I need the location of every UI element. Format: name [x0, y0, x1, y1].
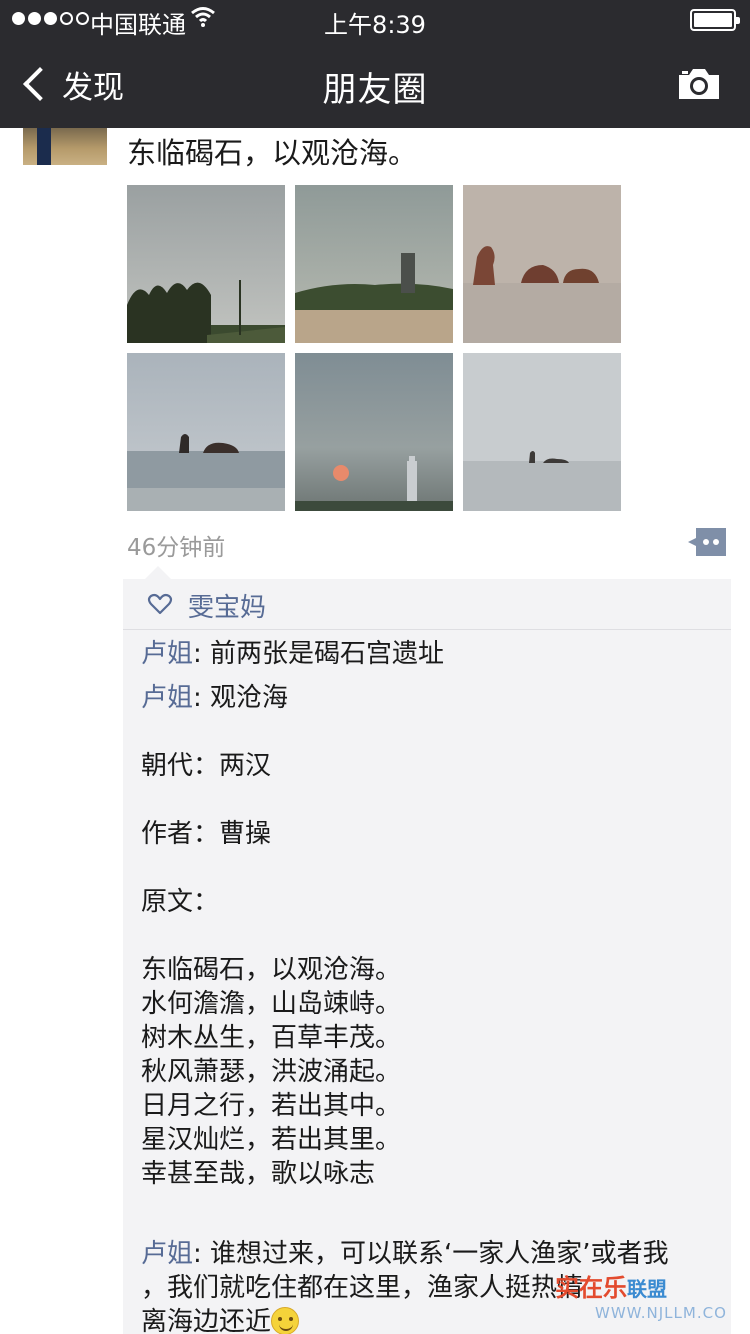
poem-line: 秋风萧瑟，洪波涌起。	[141, 1057, 402, 1087]
comment-author[interactable]: 卢姐	[141, 1239, 193, 1269]
poem-line: 水何澹澹，山岛竦峙。	[141, 989, 402, 1019]
photo-thumbnail[interactable]	[295, 353, 453, 511]
comments-panel: 雯宝妈 卢姐: 前两张是碣石宫遗址 卢姐: 观沧海 朝代：两汉 作者：曹操 原文…	[123, 579, 731, 1334]
poem-line: 东临碣石，以观沧海。	[141, 955, 402, 985]
comment-text-continued: 离海边还近	[141, 1305, 300, 1334]
smiley-emoji-icon	[271, 1307, 300, 1334]
photo-thumbnail[interactable]	[463, 185, 621, 343]
comment-author[interactable]: 卢姐	[141, 639, 193, 669]
comment-item[interactable]: 卢姐: 观沧海	[141, 681, 288, 715]
top-bar: 中国联通 上午8:39 发现 朋友圈	[0, 0, 750, 128]
comment-text: 观沧海	[210, 683, 289, 713]
avatar[interactable]	[23, 128, 107, 165]
camera-icon[interactable]	[676, 66, 722, 102]
page-title: 朋友圈	[322, 70, 428, 110]
post-text: 东临碣石，以观沧海。	[127, 136, 418, 170]
poem-line: 日月之行，若出其中。	[141, 1091, 402, 1121]
heart-outline-icon	[147, 591, 173, 617]
photo-thumbnail[interactable]	[127, 185, 285, 343]
poem-line: 树木丛生，百草丰茂。	[141, 1023, 402, 1053]
photo-thumbnail[interactable]	[127, 353, 285, 511]
post-timestamp: 46分钟前	[127, 535, 226, 561]
photo-thumbnail[interactable]	[463, 353, 621, 511]
photo-thumbnail[interactable]	[295, 185, 453, 343]
battery-icon	[690, 9, 740, 31]
comment-text: 谁想过来，可以联系‘一家人渔家’或者我	[210, 1239, 669, 1269]
watermark-logo: 实在乐联盟 WWW.NJLLM.CO	[555, 1274, 727, 1322]
likes-row: 雯宝妈	[123, 579, 731, 630]
comment-text-continued: ，我们就吃住都在这里，渔家人挺热情	[141, 1273, 584, 1303]
comments-pointer	[145, 566, 171, 579]
comment-item[interactable]: 卢姐: 谁想过来，可以联系‘一家人渔家’或者我	[141, 1237, 669, 1271]
poem-line: 作者：曹操	[141, 819, 272, 849]
poem-line: 幸甚至哉，歌以咏志	[141, 1159, 376, 1189]
comment-item[interactable]: 卢姐: 前两张是碣石宫遗址	[141, 637, 444, 671]
status-time: 上午8:39	[324, 11, 426, 39]
comment-author[interactable]: 卢姐	[141, 683, 193, 713]
status-bar: 中国联通 上午8:39	[0, 0, 750, 42]
poem-line: 朝代：两汉	[141, 751, 272, 781]
comment-text: 前两张是碣石宫遗址	[210, 639, 445, 669]
liker-names[interactable]: 雯宝妈	[188, 587, 266, 624]
poem-line: 星汉灿烂，若出其里。	[141, 1125, 402, 1155]
comment-bubble-icon[interactable]	[688, 528, 726, 556]
poem-line: 原文：	[141, 887, 220, 917]
